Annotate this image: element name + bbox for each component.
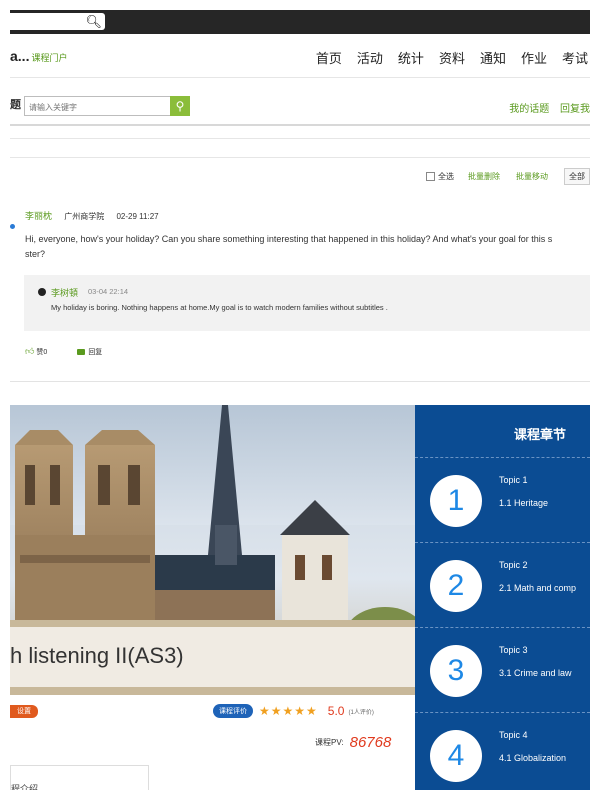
chapter-topic: Topic 3 [499, 645, 528, 655]
chapter-item[interactable]: 1 Topic 1 1.1 Heritage [415, 458, 590, 543]
chapter-item[interactable]: 3 Topic 3 3.1 Crime and law [415, 628, 590, 713]
chapter-topic: Topic 4 [499, 730, 528, 740]
post-actions: 👍︎ 赞0 回复 [25, 346, 102, 357]
page-views-value: 86768 [349, 734, 392, 751]
screenshot-frame: 🔍︎ a...课程门户 首页 活动 统计 资料 通知 作业 考试 题 ⚲ 我的话… [10, 10, 590, 790]
chapter-topic: Topic 2 [499, 560, 528, 570]
post-text-continued: ster? [25, 249, 46, 259]
nav-link-home[interactable]: 首页 [316, 48, 342, 67]
top-bar: 🔍︎ [10, 10, 590, 34]
reply-text: My holiday is boring. Nothing happens at… [51, 303, 388, 312]
search-button[interactable]: ⚲ [170, 96, 190, 116]
my-topics-link[interactable]: 我的话题 [509, 104, 549, 115]
nav-link-materials[interactable]: 资料 [439, 48, 465, 67]
section-label: 题 [10, 99, 21, 111]
post-text: Hi, everyone, how's your holiday? Can yo… [25, 234, 553, 244]
course-intro-tab[interactable]: 程介绍 [10, 765, 149, 790]
select-all-checkbox[interactable]: 全选 [426, 171, 454, 182]
batch-toolbar: 全选 批量删除 批量移动 全部 [426, 168, 590, 185]
topic-search-row: 题 ⚲ 我的话题 回复我 [10, 78, 590, 126]
reply-box: 李树頓 03-04 22:14 My holiday is boring. No… [24, 275, 590, 331]
chapter-title: 课程章节 [514, 427, 567, 442]
search-icon: ⚲ [175, 99, 185, 113]
replies-to-me-link[interactable]: 回复我 [560, 104, 590, 115]
rating-count: (1人评价) [348, 709, 374, 716]
course-rating: 课程评价 ★★★★★ 5.0 (1人评价) [213, 704, 374, 718]
comment-icon[interactable] [77, 348, 86, 355]
reply-time: 03-04 22:14 [88, 287, 129, 296]
star-rating-icon: ★★★★★ [259, 704, 318, 718]
post-time: 02-29 11:27 [116, 212, 159, 221]
course-cover-image: h listening II(AS3) [10, 405, 415, 695]
chapter-sidebar: 课程章节 1 Topic 1 1.1 Heritage 2 Topic 2 2.… [415, 405, 590, 790]
search-icon[interactable]: 🔍︎ [85, 14, 102, 29]
course-panel: h listening II(AS3) 设置 课程评价 ★★★★★ 5.0 (1… [10, 405, 590, 790]
reply-author[interactable]: 李树頓 [51, 286, 78, 299]
unread-dot-icon [10, 224, 15, 229]
post-school: 广州商学院 [64, 212, 105, 221]
course-nav: a... 课程门户 首页 活动 统计 资料 通知 作业 考试 [10, 34, 590, 78]
chapter-item[interactable]: 4 Topic 4 4.1 Globalization [415, 713, 590, 790]
like-count[interactable]: 赞0 [36, 347, 47, 357]
chapter-number-icon: 3 [430, 645, 482, 697]
chapter-section: 1.1 Heritage [499, 498, 549, 508]
keyword-search-box [24, 96, 172, 116]
checkbox-icon [426, 172, 435, 181]
chapter-number-icon: 2 [430, 560, 482, 612]
rating-score: 5.0 [327, 704, 345, 718]
divider [10, 381, 590, 382]
batch-move-button[interactable]: 批量移动 [516, 171, 548, 182]
course-intro-tab-label: 程介绍 [11, 784, 39, 790]
filter-all-button[interactable]: 全部 [564, 168, 590, 185]
course-brand[interactable]: a... 课程门户 [10, 48, 67, 64]
keyword-search-input[interactable] [25, 99, 171, 116]
nav-link-homework[interactable]: 作业 [521, 48, 547, 67]
course-title: h listening II(AS3) [10, 643, 184, 668]
page-views: 课程PV: 86768 [315, 734, 391, 751]
chapter-number-icon: 4 [430, 730, 482, 782]
chapter-section: 4.1 Globalization [499, 753, 567, 763]
chapter-section: 2.1 Math and comp [499, 583, 577, 593]
post-meta: 李丽枕 广州商学院 02-29 11:27 [25, 209, 159, 222]
nav-link-stats[interactable]: 统计 [398, 48, 424, 67]
avatar [38, 288, 46, 296]
post-author[interactable]: 李丽枕 [25, 211, 52, 221]
nav-link-notices[interactable]: 通知 [480, 48, 506, 67]
nav-link-activity[interactable]: 活动 [357, 48, 383, 67]
chapter-number-icon: 1 [430, 475, 482, 527]
top-search-box[interactable]: 🔍︎ [10, 13, 105, 30]
settings-badge[interactable]: 设置 [10, 705, 38, 718]
select-all-label: 全选 [438, 172, 454, 181]
course-title-band: h listening II(AS3) [10, 627, 415, 687]
nav-links: 首页 活动 统计 资料 通知 作业 考试 [301, 48, 588, 67]
chapter-topic: Topic 1 [499, 475, 528, 485]
chapter-item[interactable]: 2 Topic 2 2.1 Math and comp [415, 543, 590, 628]
divider [10, 157, 590, 158]
page-views-label: 课程PV: [315, 738, 344, 747]
nav-link-exam[interactable]: 考试 [562, 48, 588, 67]
chapter-section: 3.1 Crime and law [499, 668, 572, 678]
rate-course-button[interactable]: 课程评价 [213, 704, 253, 718]
divider [10, 138, 590, 139]
batch-delete-button[interactable]: 批量删除 [468, 171, 500, 182]
reply-button[interactable]: 回复 [88, 347, 102, 357]
brand-subtitle: 课程门户 [31, 53, 68, 63]
topic-links: 我的话题 回复我 [501, 100, 590, 115]
thumbs-up-icon[interactable]: 👍︎ [25, 346, 34, 357]
brand-name: a... [10, 48, 30, 64]
chapter-header: 课程章节 [415, 405, 590, 458]
